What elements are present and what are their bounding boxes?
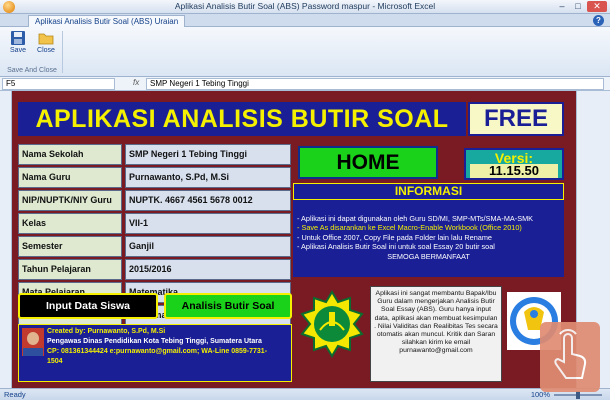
credit-line: 1504 bbox=[47, 358, 63, 365]
formula-input[interactable]: SMP Negeri 1 Tebing Tinggi bbox=[146, 78, 604, 90]
group-label: Save And Close bbox=[7, 67, 57, 74]
free-badge: FREE bbox=[468, 102, 564, 136]
analisis-butir-soal-button[interactable]: Analisis Butir Soal Essay bbox=[164, 293, 292, 334]
info-title: INFORMASI bbox=[293, 183, 564, 200]
info-line: - Aplikasi Analisis Butir Soal ini untuk… bbox=[297, 242, 495, 252]
form-value-nama-sekolah[interactable]: SMP Negeri 1 Tebing Tinggi bbox=[125, 144, 291, 165]
close-label: Close bbox=[37, 47, 55, 54]
form-row: NIP/NUPTK/NIY Guru NUPTK. 4667 4561 5678… bbox=[18, 190, 294, 211]
form-row: Nama Guru Purnawanto, S.Pd, M.Si bbox=[18, 167, 294, 188]
ribbon-tabstrip: Aplikasi Analisis Butir Soal (ABS) Uraia… bbox=[0, 14, 610, 27]
row-header-strip bbox=[0, 91, 12, 388]
form-label: Nama Sekolah bbox=[18, 144, 122, 165]
form-label: Nama Guru bbox=[18, 167, 122, 188]
app-banner-title: APLIKASI ANALISIS BUTIR SOAL bbox=[18, 102, 466, 136]
maximize-button[interactable]: □ bbox=[571, 1, 585, 12]
input-data-siswa-button[interactable]: Input Data Siswa bbox=[18, 293, 158, 319]
dashboard-canvas: APLIKASI ANALISIS BUTIR SOAL FREE Nama S… bbox=[12, 96, 569, 386]
form-value-kelas[interactable]: VII-1 bbox=[125, 213, 291, 234]
fx-icon[interactable]: fx bbox=[133, 78, 139, 87]
minimize-button[interactable]: – bbox=[555, 1, 569, 12]
title-bar: Aplikasi Analisis Butir Soal (ABS) Passw… bbox=[0, 0, 610, 14]
info-panel: - Aplikasi ini dapat digunakan oleh Guru… bbox=[293, 200, 564, 277]
window-title: Aplikasi Analisis Butir Soal (ABS) Passw… bbox=[174, 1, 436, 11]
formula-bar: F5 fx SMP Negeri 1 Tebing Tinggi bbox=[0, 77, 610, 91]
credit-line: Pengawas Dinas Pendidikan Kota Tebing Ti… bbox=[47, 338, 262, 345]
form-value-semester[interactable]: Ganjil bbox=[125, 236, 291, 257]
save-button[interactable]: Save bbox=[5, 30, 31, 54]
form-row: Kelas VII-1 bbox=[18, 213, 294, 234]
credit-line: CP: 081361344424 e:purnawanto@gmail.com;… bbox=[47, 348, 268, 355]
info-line: - Aplikasi ini dapat digunakan oleh Guru… bbox=[297, 214, 534, 223]
help-icon[interactable]: ? bbox=[593, 15, 604, 26]
form-label: Kelas bbox=[18, 213, 122, 234]
folder-icon bbox=[38, 33, 54, 45]
name-box[interactable]: F5 bbox=[2, 78, 115, 90]
form-value-nama-guru[interactable]: Purnawanto, S.Pd, M.Si bbox=[125, 167, 291, 188]
ribbon: Save Close Save And Close bbox=[0, 27, 610, 77]
form-label: Semester bbox=[18, 236, 122, 257]
form-label: Tahun Pelajaran bbox=[18, 259, 122, 280]
home-button[interactable]: HOME bbox=[298, 146, 438, 179]
zoom-slider-thumb[interactable] bbox=[576, 391, 580, 399]
worksheet-area: APLIKASI ANALISIS BUTIR SOAL FREE Nama S… bbox=[0, 91, 610, 388]
author-avatar bbox=[22, 328, 44, 356]
form-value-tahun[interactable]: 2015/2016 bbox=[125, 259, 291, 280]
version-number: 11.15.50 bbox=[470, 164, 558, 178]
form-value-nip[interactable]: NUPTK. 4667 4561 5678 0012 bbox=[125, 190, 291, 211]
form-row: Tahun Pelajaran 2015/2016 bbox=[18, 259, 294, 280]
status-bar: Ready 100% bbox=[0, 388, 610, 400]
version-box: Versi: 11.15.50 bbox=[464, 148, 564, 180]
group-separator bbox=[62, 31, 63, 73]
status-ready: Ready bbox=[4, 390, 26, 399]
kemenag-logo-icon bbox=[300, 290, 364, 358]
save-icon bbox=[11, 31, 25, 45]
form-row: Nama Sekolah SMP Negeri 1 Tebing Tinggi bbox=[18, 144, 294, 165]
info-closing: SEMOGA BERMANFAAT bbox=[387, 251, 470, 261]
save-label: Save bbox=[10, 47, 26, 54]
touch-gesture-icon bbox=[540, 322, 600, 392]
form-label: NIP/NUPTK/NIY Guru bbox=[18, 190, 122, 211]
form-row: Semester Ganjil bbox=[18, 236, 294, 257]
credit-box: Created by: Purnawanto, S.Pd, M.Si Penga… bbox=[18, 324, 292, 382]
info-line: - Save As disarankan ke Excel Macro-Enab… bbox=[297, 223, 522, 233]
tab-abs-uraian[interactable]: Aplikasi Analisis Butir Soal (ABS) Uraia… bbox=[28, 15, 186, 27]
close-window-button[interactable]: ✕ bbox=[587, 1, 607, 12]
credit-line: Created by: Purnawanto, S.Pd, M.Si bbox=[47, 328, 166, 335]
close-button[interactable]: Close bbox=[33, 30, 59, 54]
info-line: - Untuk Office 2007, Copy File pada Fold… bbox=[297, 232, 492, 242]
about-text: Aplikasi ini sangat membantu Bapak/Ibu G… bbox=[370, 286, 502, 382]
